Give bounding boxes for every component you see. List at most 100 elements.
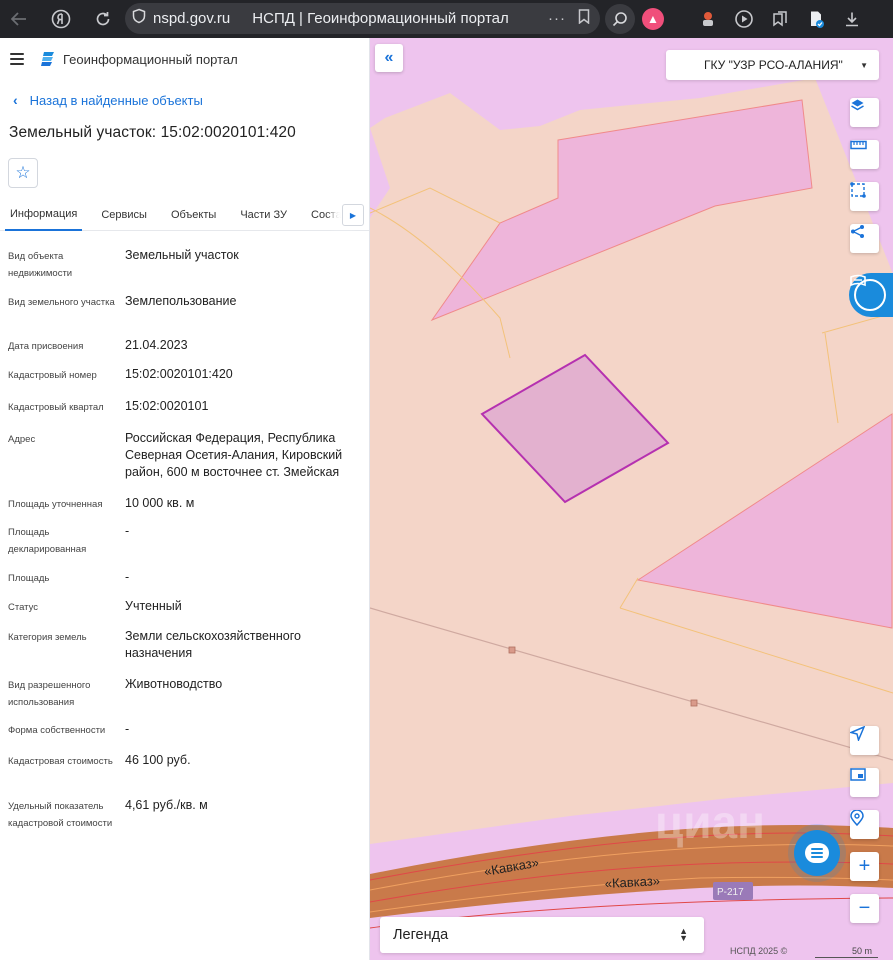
road-number-label: Р-217	[717, 887, 744, 898]
map-canvas[interactable]: циан «Кавказ» «Кавказ» Р-217	[370, 38, 893, 960]
expand-collapse-icon: ▲ ▼	[679, 926, 688, 943]
bookmark-icon[interactable]	[578, 9, 590, 28]
map-view[interactable]: циан «Кавказ» «Кавказ» Р-217 « ГКУ "УЗР …	[370, 38, 893, 960]
back-to-results-link[interactable]: ‹ Назад в найденные объекты	[0, 83, 369, 117]
assistant-side-button[interactable]	[849, 273, 893, 317]
info-value: Земельный участок	[125, 248, 239, 262]
info-label: Удельный показатель кадастровой стоимост…	[8, 801, 113, 829]
info-label: Площадь	[8, 573, 50, 584]
organization-select-value: ГКУ "УЗР РСО-АЛАНИЯ"	[704, 58, 843, 72]
panel-header: Геоинформационный портал	[0, 38, 369, 80]
info-row-area: Площадь -	[8, 569, 369, 598]
info-row-object-type: Вид объекта недвижимости Земельный участ…	[8, 247, 369, 293]
info-value: Российская Федерация, Республика Северна…	[125, 431, 343, 479]
info-row-permitted-use: Вид разрешенного использования Животново…	[8, 676, 369, 721]
more-icon[interactable]: ···	[548, 10, 566, 27]
info-label: Площадь декларированная	[8, 527, 87, 555]
extension-icon[interactable]	[693, 4, 723, 34]
minimap-button[interactable]	[850, 768, 879, 797]
info-label: Дата присвоения	[8, 341, 84, 352]
search-page-icon[interactable]	[605, 4, 635, 34]
info-value: Животноводство	[125, 677, 223, 691]
info-label: Площадь уточненная	[8, 499, 103, 510]
browser-toolbar: nspd.gov.ru НСПД | Геоинформационный пор…	[0, 0, 893, 38]
yandex-icon[interactable]	[46, 4, 76, 34]
info-row-ownership: Форма собственности -	[8, 721, 369, 752]
plus-icon: +	[858, 855, 871, 877]
info-value: 21.04.2023	[125, 338, 188, 352]
collapse-panel-button[interactable]: «	[375, 44, 403, 72]
zoom-out-button[interactable]: −	[850, 894, 879, 923]
info-label: Вид объекта недвижимости	[8, 251, 73, 279]
geo-search-button[interactable]	[850, 810, 879, 839]
selected-parcel	[480, 353, 670, 504]
star-icon: ☆	[15, 163, 31, 182]
tab-parts[interactable]: Части ЗУ	[240, 199, 287, 231]
select-area-button[interactable]	[850, 182, 879, 211]
info-label: Категория земель	[8, 632, 87, 643]
info-value: Землепользование	[125, 294, 237, 308]
page-title: Земельный участок: 15:02:0020101:420	[9, 124, 296, 141]
collections-icon[interactable]	[765, 4, 795, 34]
info-row-cadastral-number: Кадастровый номер 15:02:0020101:420	[8, 366, 369, 398]
info-row-area-specified: Площадь уточненная 10 000 кв. м	[8, 495, 369, 523]
locate-me-button[interactable]	[850, 726, 879, 755]
info-label: Кадастровая стоимость	[8, 756, 113, 767]
address-bar[interactable]: nspd.gov.ru НСПД | Геоинформационный пор…	[125, 3, 600, 34]
minus-icon: −	[858, 897, 871, 919]
watermark-text: циан	[655, 796, 765, 848]
info-value: 15:02:0020101	[125, 399, 209, 413]
copyright-text: НСПД 2025 ©	[730, 946, 788, 956]
info-value: 46 100 руб.	[125, 753, 191, 767]
info-label: Кадастровый квартал	[8, 402, 104, 413]
portal-title[interactable]: Геоинформационный портал	[63, 52, 238, 67]
info-value: 15:02:0020101:420	[125, 367, 233, 381]
tabs-scroll-right-icon[interactable]: ▶	[342, 204, 364, 226]
double-chevron-left-icon: «	[384, 49, 394, 66]
assistant-icon	[850, 274, 886, 311]
info-row-area-declared: Площадь декларированная -	[8, 523, 369, 569]
document-check-icon[interactable]	[801, 4, 831, 34]
info-value: -	[125, 722, 130, 736]
info-label: Статус	[8, 602, 39, 613]
info-row-specific-cost: Удельный показатель кадастровой стоимост…	[8, 797, 369, 857]
info-row-address: Адрес Российская Федерация, Республика С…	[8, 430, 369, 495]
caret-down-icon: ▼	[860, 60, 868, 70]
browser-back-icon[interactable]	[4, 4, 34, 34]
legend-select[interactable]: Легенда ▲ ▼	[380, 917, 704, 953]
legend-label: Легенда	[393, 927, 449, 943]
info-row-cadastral-quarter: Кадастровый квартал 15:02:0020101	[8, 398, 369, 430]
tab-objects[interactable]: Объекты	[171, 199, 216, 231]
back-link-label: Назад в найденные объекты	[29, 92, 203, 108]
zoom-in-button[interactable]: +	[850, 852, 879, 881]
info-value: 4,61 руб./кв. м	[125, 798, 208, 812]
layers-button[interactable]	[850, 98, 879, 127]
chat-button[interactable]	[794, 830, 840, 876]
reload-icon[interactable]	[88, 4, 118, 34]
media-play-icon[interactable]	[729, 4, 759, 34]
site-shield-icon[interactable]	[131, 8, 147, 29]
organization-select[interactable]: ГКУ "УЗР РСО-АЛАНИЯ" ▼	[666, 50, 879, 80]
alice-button[interactable]: ▲	[635, 4, 671, 34]
share-button[interactable]	[850, 224, 879, 253]
tab-services[interactable]: Сервисы	[101, 199, 147, 231]
object-tabs: Информация Сервисы Объекты Части ЗУ Сост…	[0, 199, 369, 231]
map-zone-left-strip	[370, 128, 390, 218]
road-label-2: «Кавказ»	[604, 873, 660, 891]
map-parcel-right	[636, 413, 893, 629]
scale-bar: 50 m	[815, 946, 878, 958]
portal-logo-icon	[40, 51, 56, 67]
download-icon[interactable]	[837, 4, 867, 34]
favorite-button[interactable]: ☆	[8, 158, 38, 188]
info-value: -	[125, 570, 130, 584]
map-parcel-upper	[430, 99, 813, 322]
info-value: Земли сельскохозяйственного назначения	[125, 629, 301, 660]
info-label: Адрес	[8, 434, 36, 445]
ruler-button[interactable]	[850, 140, 879, 169]
tab-information[interactable]: Информация	[5, 199, 83, 231]
info-row-land-category: Категория земель Земли сельскохозяйствен…	[8, 628, 369, 676]
url-text[interactable]: nspd.gov.ru	[153, 10, 230, 27]
menu-icon[interactable]	[10, 53, 24, 65]
info-row-status: Статус Учтенный	[8, 598, 369, 628]
page-tab-title: НСПД | Геоинформационный портал	[252, 10, 509, 27]
